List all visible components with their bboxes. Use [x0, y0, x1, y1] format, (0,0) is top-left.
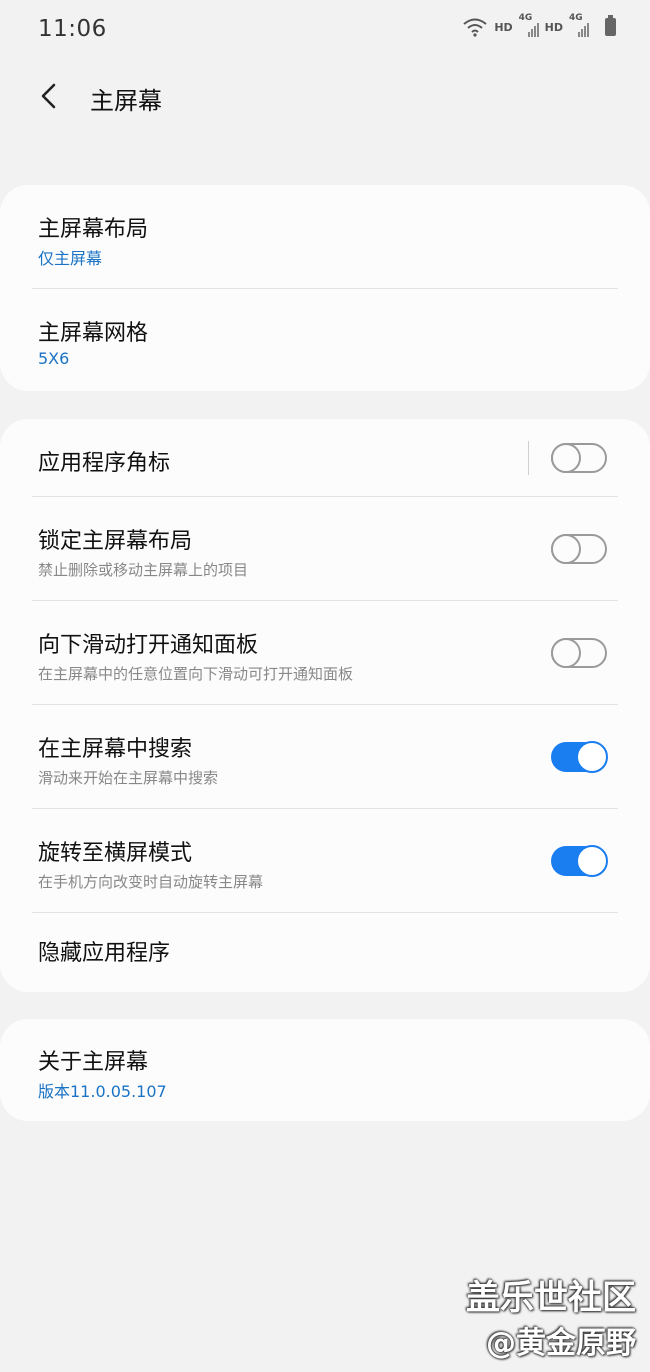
- net-label-2: 4G: [569, 13, 583, 23]
- about-home-title: 关于主屏幕: [38, 1050, 149, 1075]
- lock-layout-toggle[interactable]: [551, 534, 607, 564]
- app-icon-badges-toggle[interactable]: [551, 443, 607, 473]
- hd-label-2: HD: [544, 20, 563, 34]
- wifi-icon: [463, 18, 487, 37]
- app-icon-badges-item[interactable]: 应用程序角标: [0, 419, 650, 497]
- back-button[interactable]: [30, 76, 70, 116]
- net-label-1: 4G: [518, 13, 533, 23]
- home-screen-grid-value: 5X6: [38, 349, 70, 368]
- home-screen-grid-title: 主屏幕网格: [38, 321, 149, 346]
- rotate-landscape-toggle[interactable]: [551, 845, 608, 877]
- home-search-subtitle: 滑动来开始在主屏幕中搜索: [38, 769, 219, 787]
- rotate-landscape-title: 旋转至横屏模式: [38, 841, 193, 866]
- watermark-community: 盖乐世社区: [466, 1278, 636, 1318]
- status-icons: HD 4G HD 4G: [462, 13, 616, 37]
- lock-layout-title: 锁定主屏幕布局: [38, 529, 193, 554]
- rotate-landscape-item[interactable]: 旋转至横屏模式 在手机方向改变时自动旋转主屏幕: [0, 809, 650, 913]
- battery-icon: [605, 15, 616, 36]
- signal-icon-2: 4G: [569, 13, 589, 37]
- app-header: 主屏幕: [0, 62, 650, 132]
- layout-card: 主屏幕布局 仅主屏幕 主屏幕网格 5X6: [0, 185, 650, 391]
- hd-label-1: HD: [494, 20, 513, 34]
- about-home-item[interactable]: 关于主屏幕 版本11.0.05.107: [0, 1019, 650, 1121]
- about-card: 关于主屏幕 版本11.0.05.107: [0, 1019, 650, 1121]
- settings-card: 应用程序角标 锁定主屏幕布局 禁止删除或移动主屏幕上的项目 向下滑动打开通知面板…: [0, 419, 650, 992]
- app-icon-badges-title: 应用程序角标: [38, 451, 171, 476]
- swipe-notification-subtitle: 在主屏幕中的任意位置向下滑动可打开通知面板: [38, 665, 354, 683]
- status-time: 11:06: [38, 16, 107, 42]
- home-search-toggle[interactable]: [551, 741, 608, 773]
- status-bar: 11:06 HD 4G HD 4G: [0, 0, 650, 62]
- about-home-version: 版本11.0.05.107: [38, 1082, 167, 1101]
- vertical-divider: [528, 441, 529, 475]
- swipe-notification-title: 向下滑动打开通知面板: [38, 633, 259, 658]
- home-screen-layout-item[interactable]: 主屏幕布局 仅主屏幕: [0, 185, 650, 289]
- page-title: 主屏幕: [90, 87, 162, 115]
- home-screen-layout-title: 主屏幕布局: [38, 217, 149, 242]
- chevron-left-icon: [41, 83, 56, 109]
- hide-apps-title: 隐藏应用程序: [38, 941, 171, 966]
- home-screen-layout-value: 仅主屏幕: [38, 249, 103, 268]
- home-screen-grid-item[interactable]: 主屏幕网格 5X6: [0, 289, 650, 393]
- lock-layout-subtitle: 禁止删除或移动主屏幕上的项目: [38, 561, 249, 579]
- lock-layout-item[interactable]: 锁定主屏幕布局 禁止删除或移动主屏幕上的项目: [0, 497, 650, 601]
- signal-icon-1: 4G: [519, 13, 539, 37]
- hide-apps-item[interactable]: 隐藏应用程序: [0, 913, 650, 992]
- watermark-author: @黄金原野: [486, 1326, 636, 1361]
- swipe-notification-item[interactable]: 向下滑动打开通知面板 在主屏幕中的任意位置向下滑动可打开通知面板: [0, 601, 650, 705]
- home-search-title: 在主屏幕中搜索: [38, 737, 193, 762]
- rotate-landscape-subtitle: 在手机方向改变时自动旋转主屏幕: [38, 873, 264, 891]
- swipe-notification-toggle[interactable]: [551, 638, 607, 668]
- home-search-item[interactable]: 在主屏幕中搜索 滑动来开始在主屏幕中搜索: [0, 705, 650, 809]
